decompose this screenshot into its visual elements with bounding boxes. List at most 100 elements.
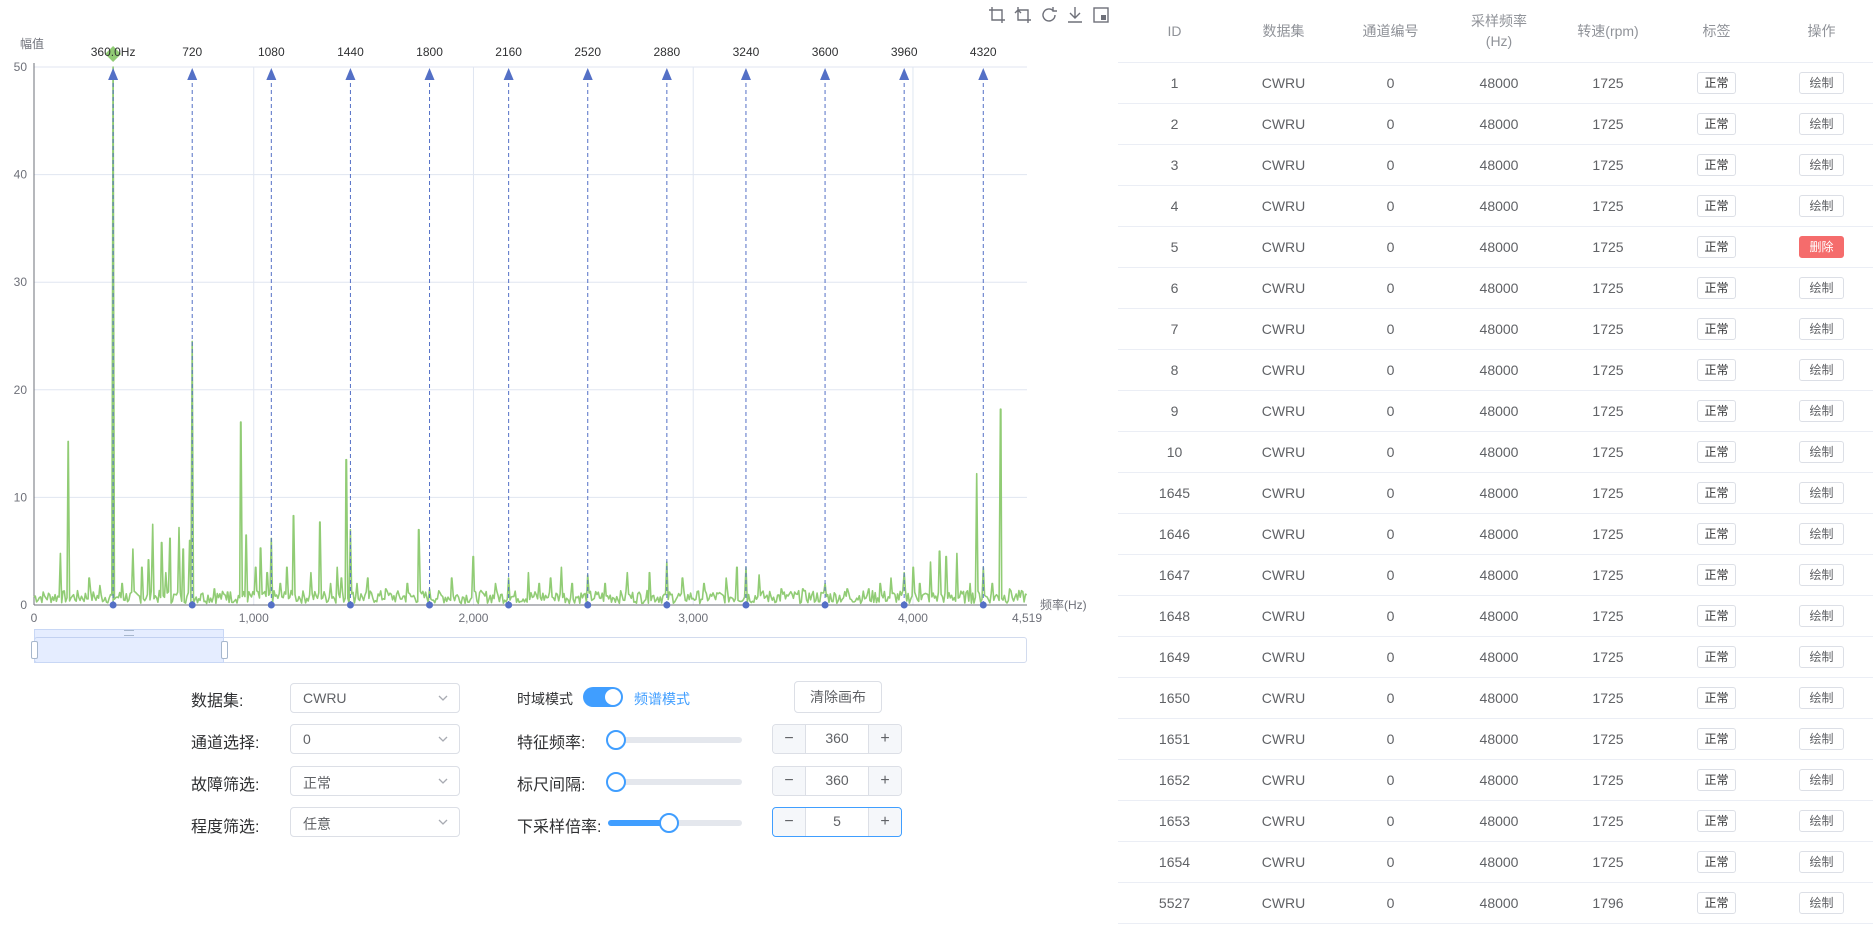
marker-arrow-icon xyxy=(503,68,514,80)
cell-rpm: 1725 xyxy=(1553,349,1663,391)
cell-sample-rate: 48000 xyxy=(1445,62,1553,104)
cell-rpm: 1725 xyxy=(1553,554,1663,596)
status-badge: 正常 xyxy=(1697,769,1736,791)
draw-button[interactable]: 绘制 xyxy=(1799,277,1844,299)
feature-freq-input[interactable]: 360 xyxy=(805,730,869,746)
feature-freq-decrement-button[interactable]: − xyxy=(773,725,806,753)
draw-button[interactable]: 绘制 xyxy=(1799,154,1844,176)
ruler-gap-stepper[interactable]: − 360 + xyxy=(772,766,902,796)
table-row: 9 CWRU 0 48000 1725 正常 绘制 xyxy=(1118,390,1873,432)
cell-rpm: 1725 xyxy=(1553,513,1663,555)
draw-button[interactable]: 绘制 xyxy=(1799,892,1844,914)
cell-id: 1649 xyxy=(1118,636,1231,678)
cell-dataset: CWRU xyxy=(1231,472,1336,514)
draw-button[interactable]: 绘制 xyxy=(1799,564,1844,586)
cell-tag: 正常 xyxy=(1663,390,1770,432)
cell-channel: 0 xyxy=(1336,144,1445,186)
downsample-slider-knob[interactable] xyxy=(659,813,679,833)
cell-action: 绘制 xyxy=(1770,513,1873,555)
draw-button[interactable]: 绘制 xyxy=(1799,728,1844,750)
feature-freq-slider-knob[interactable] xyxy=(606,730,626,750)
marker-base-dot xyxy=(188,601,196,609)
channel-select[interactable]: 0 xyxy=(290,724,460,754)
ruler-gap-decrement-button[interactable]: − xyxy=(773,767,806,795)
draw-button[interactable]: 绘制 xyxy=(1799,359,1844,381)
marker-arrow-icon xyxy=(345,68,356,80)
draw-button[interactable]: 绘制 xyxy=(1799,769,1844,791)
draw-button[interactable]: 绘制 xyxy=(1799,72,1844,94)
y-tick-label: 20 xyxy=(14,383,28,397)
draw-button[interactable]: 绘制 xyxy=(1799,441,1844,463)
feature-freq-stepper[interactable]: − 360 + xyxy=(772,724,902,754)
channel-select-value: 0 xyxy=(303,731,311,747)
cell-rpm: 1725 xyxy=(1553,144,1663,186)
draw-button[interactable]: 绘制 xyxy=(1799,687,1844,709)
draw-button[interactable]: 绘制 xyxy=(1799,851,1844,873)
downsample-input[interactable]: 5 xyxy=(805,813,869,829)
ruler-gap-increment-button[interactable]: + xyxy=(868,767,901,795)
degree-filter-select[interactable]: 任意 xyxy=(290,807,460,837)
downsample-increment-button[interactable]: + xyxy=(868,808,901,836)
download-icon[interactable] xyxy=(1066,6,1084,24)
feature-freq-slider[interactable] xyxy=(606,730,742,750)
cell-id: 1654 xyxy=(1118,841,1231,883)
marker-arrow-icon xyxy=(740,68,751,80)
draw-button[interactable]: 绘制 xyxy=(1799,523,1844,545)
cell-action: 绘制 xyxy=(1770,431,1873,473)
cell-channel: 0 xyxy=(1336,472,1445,514)
crop-icon[interactable] xyxy=(988,6,1006,24)
draw-button[interactable]: 绘制 xyxy=(1799,318,1844,340)
feature-freq-increment-button[interactable]: + xyxy=(868,725,901,753)
status-badge: 正常 xyxy=(1697,687,1736,709)
crop-reset-icon[interactable] xyxy=(1014,6,1032,24)
cell-dataset: CWRU xyxy=(1231,841,1336,883)
draw-button[interactable]: 绘制 xyxy=(1799,195,1844,217)
mode-switch[interactable] xyxy=(583,687,623,707)
datazoom-right-handle[interactable] xyxy=(221,641,228,659)
draw-button[interactable]: 绘制 xyxy=(1799,810,1844,832)
cell-channel: 0 xyxy=(1336,390,1445,432)
dataset-select[interactable]: CWRU xyxy=(290,683,460,713)
delete-button[interactable]: 删除 xyxy=(1799,236,1844,258)
clear-canvas-button[interactable]: 清除画布 xyxy=(794,681,882,713)
ruler-gap-slider[interactable] xyxy=(606,772,742,792)
draw-button[interactable]: 绘制 xyxy=(1799,605,1844,627)
marker-base-dot xyxy=(979,601,987,609)
draw-button[interactable]: 绘制 xyxy=(1799,646,1844,668)
table-row: 1649 CWRU 0 48000 1725 正常 绘制 xyxy=(1118,636,1873,678)
draw-button[interactable]: 绘制 xyxy=(1799,482,1844,504)
marker-arrow-icon xyxy=(820,68,831,80)
status-badge: 正常 xyxy=(1697,564,1736,586)
cell-action: 删除 xyxy=(1770,226,1873,268)
cell-id: 5527 xyxy=(1118,882,1231,924)
degree-filter-label: 程度筛选: xyxy=(191,819,260,836)
cell-channel: 0 xyxy=(1336,800,1445,842)
refresh-icon[interactable] xyxy=(1040,6,1058,24)
datazoom-grip-icon[interactable] xyxy=(124,630,134,636)
marker-arrow-icon xyxy=(661,68,672,80)
harmonic-marker-label: 4320 xyxy=(970,45,997,59)
downsample-decrement-button[interactable]: − xyxy=(773,808,806,836)
draw-button[interactable]: 绘制 xyxy=(1799,113,1844,135)
y-tick-label: 50 xyxy=(14,60,28,74)
cell-dataset: CWRU xyxy=(1231,185,1336,227)
cell-sample-rate: 48000 xyxy=(1445,103,1553,145)
cell-channel: 0 xyxy=(1336,882,1445,924)
downsample-slider[interactable] xyxy=(608,813,742,833)
ruler-gap-input[interactable]: 360 xyxy=(805,772,869,788)
downsample-stepper[interactable]: − 5 + xyxy=(772,807,902,837)
cell-id: 1645 xyxy=(1118,472,1231,514)
ruler-gap-slider-knob[interactable] xyxy=(606,772,626,792)
datazoom-left-handle[interactable] xyxy=(31,641,38,659)
feature-freq-label: 特征频率: xyxy=(517,735,586,752)
cell-tag: 正常 xyxy=(1663,144,1770,186)
cell-channel: 0 xyxy=(1336,677,1445,719)
data-view-icon[interactable] xyxy=(1092,6,1110,24)
cell-sample-rate: 48000 xyxy=(1445,882,1553,924)
cell-dataset: CWRU xyxy=(1231,431,1336,473)
fault-filter-select[interactable]: 正常 xyxy=(290,766,460,796)
cell-action: 绘制 xyxy=(1770,800,1873,842)
draw-button[interactable]: 绘制 xyxy=(1799,400,1844,422)
cell-channel: 0 xyxy=(1336,595,1445,637)
cell-rpm: 1725 xyxy=(1553,718,1663,760)
